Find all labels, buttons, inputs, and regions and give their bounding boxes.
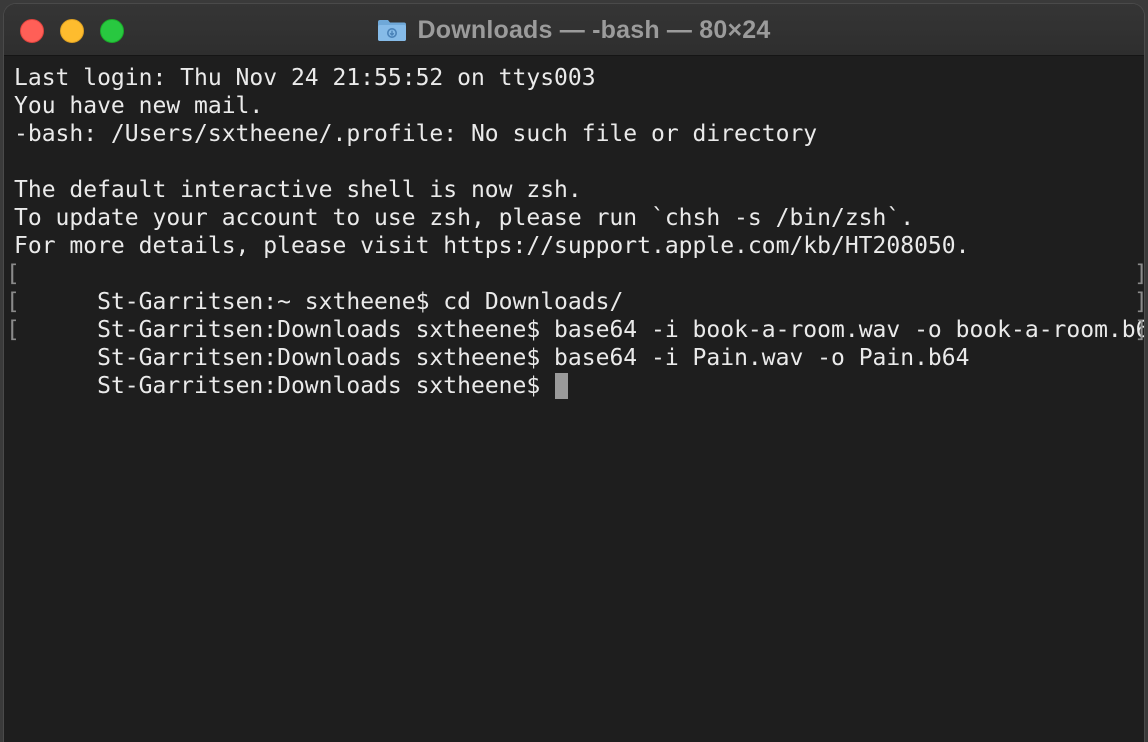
folder-icon xyxy=(377,18,407,42)
terminal-command-line: [St-Garritsen:Downloads sxtheene$ base64… xyxy=(6,288,1144,343)
terminal-line: The default interactive shell is now zsh… xyxy=(14,177,582,203)
window-title-group: Downloads — -bash — 80×24 xyxy=(4,4,1144,56)
terminal-line: -bash: /Users/sxtheene/.profile: No such… xyxy=(14,121,818,147)
terminal-line: Last login: Thu Nov 24 21:55:52 on ttys0… xyxy=(14,65,596,91)
title-bar[interactable]: Downloads — -bash — 80×24 xyxy=(4,4,1144,56)
command-mark-close: ] xyxy=(1134,288,1144,316)
command-mark-open: [ xyxy=(6,261,20,287)
command-mark-close: ] xyxy=(1134,260,1144,288)
command-mark-open: [ xyxy=(6,289,20,315)
terminal-output[interactable]: Last login: Thu Nov 24 21:55:52 on ttys0… xyxy=(4,56,1144,742)
terminal-command-line: [St-Garritsen:~ sxtheene$ cd Downloads/] xyxy=(6,260,1144,315)
text-cursor xyxy=(555,373,569,399)
command-mark-close: ] xyxy=(1134,316,1144,344)
terminal-line: To update your account to use zsh, pleas… xyxy=(14,205,915,231)
shell-prompt: St-Garritsen:Downloads sxtheene$ xyxy=(97,373,555,399)
window-title: Downloads — -bash — 80×24 xyxy=(417,15,771,44)
terminal-command-line: [St-Garritsen:Downloads sxtheene$ base64… xyxy=(6,316,1144,371)
terminal-line: For more details, please visit https://s… xyxy=(14,233,970,259)
terminal-prompt-line[interactable]: St-Garritsen:Downloads sxtheene$ xyxy=(14,344,1144,399)
terminal-line: You have new mail. xyxy=(14,93,264,119)
command-mark-open: [ xyxy=(6,317,20,343)
terminal-window: Downloads — -bash — 80×24 Last login: Th… xyxy=(4,4,1144,742)
